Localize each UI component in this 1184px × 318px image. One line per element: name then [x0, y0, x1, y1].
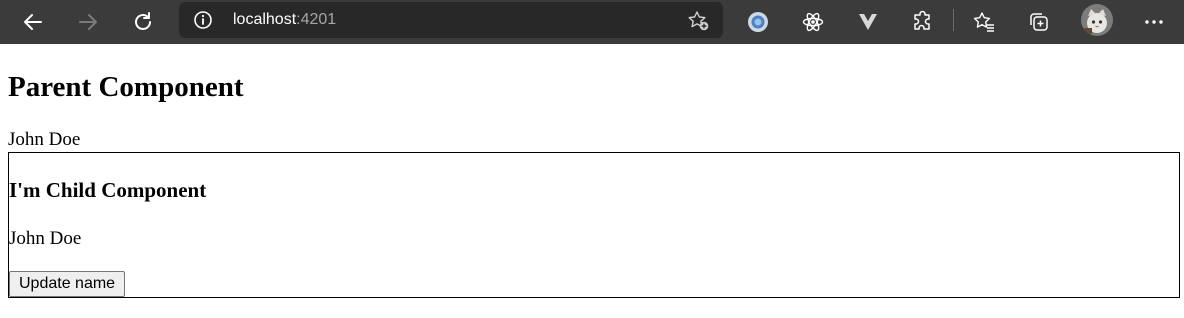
update-name-button[interactable]: Update name: [9, 271, 126, 297]
vue-devtools-icon[interactable]: [852, 6, 884, 38]
react-devtools-icon[interactable]: [797, 6, 829, 38]
parent-name-text: John Doe: [8, 129, 81, 150]
toolbar-separator: [953, 9, 954, 31]
address-host: localhost: [233, 11, 297, 28]
puzzle-extensions-icon[interactable]: [907, 6, 939, 38]
info-icon[interactable]: [193, 10, 213, 30]
forward-arrow-icon[interactable]: [72, 6, 104, 38]
refresh-icon[interactable]: [127, 6, 159, 38]
profile-avatar[interactable]: [1081, 4, 1113, 36]
favorites-icon[interactable]: [968, 6, 1000, 38]
back-arrow-icon[interactable]: [17, 6, 49, 38]
collections-icon[interactable]: [1023, 6, 1055, 38]
child-component-box: I'm Child Component John Doe Update name: [8, 152, 1180, 298]
circle-extension-icon[interactable]: [742, 6, 774, 38]
child-name-text: John Doe: [9, 228, 82, 249]
address-bar[interactable]: localhost:4201: [179, 2, 723, 38]
address-port: :4201: [296, 11, 337, 28]
page-content: Parent Component John Doe I'm Child Comp…: [0, 44, 1184, 318]
child-component-title: I'm Child Component: [9, 178, 207, 202]
add-favorite-icon[interactable]: [687, 10, 711, 32]
address-url[interactable]: localhost:4201: [233, 10, 336, 30]
more-menu-icon[interactable]: [1138, 6, 1170, 38]
browser-toolbar: localhost:4201: [0, 0, 1184, 44]
parent-component-title: Parent Component: [8, 71, 244, 103]
